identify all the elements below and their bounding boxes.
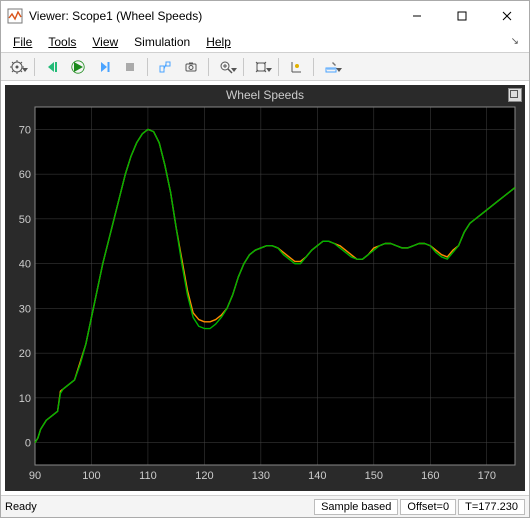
separator [208, 58, 209, 76]
separator [278, 58, 279, 76]
menu-file[interactable]: File [5, 33, 40, 51]
svg-text:10: 10 [19, 393, 31, 405]
svg-text:20: 20 [19, 348, 31, 360]
stop-button[interactable] [118, 56, 142, 78]
plot-axes[interactable]: 90 100 110 120 130 140 150 160 170 0 10 20 30 40 50 60 7… [5, 103, 525, 491]
separator [313, 58, 314, 76]
svg-text:140: 140 [308, 470, 326, 482]
zoom-button[interactable] [214, 56, 238, 78]
svg-text:60: 60 [19, 169, 31, 181]
autoscale-button[interactable] [249, 56, 273, 78]
separator [147, 58, 148, 76]
svg-text:40: 40 [19, 259, 31, 271]
status-ready: Ready [5, 501, 312, 513]
measure-button[interactable] [319, 56, 343, 78]
quick-access-chevron-icon[interactable]: ↘ [511, 36, 525, 47]
menu-help[interactable]: Help [198, 33, 239, 51]
statusbar: Ready Sample based Offset=0 T=177.230 [1, 495, 529, 517]
separator [243, 58, 244, 76]
menu-simulation[interactable]: Simulation [126, 33, 198, 51]
svg-text:70: 70 [19, 124, 31, 136]
chevron-down-icon [266, 59, 272, 77]
close-button[interactable] [484, 1, 529, 31]
svg-text:170: 170 [478, 470, 496, 482]
cursor-button[interactable] [284, 56, 308, 78]
status-sample: Sample based [314, 499, 398, 515]
status-time: T=177.230 [458, 499, 525, 515]
chevron-down-icon [231, 59, 237, 77]
titlebar: Viewer: Scope1 (Wheel Speeds) [1, 1, 529, 31]
chevron-down-icon [22, 59, 28, 77]
toolbar [1, 53, 529, 81]
chevron-down-icon [336, 59, 342, 77]
menu-view[interactable]: View [84, 33, 126, 51]
plot-restore-button[interactable] [508, 88, 522, 102]
svg-text:0: 0 [25, 438, 31, 450]
separator [34, 58, 35, 76]
snapshot-button[interactable] [179, 56, 203, 78]
maximize-button[interactable] [439, 1, 484, 31]
step-back-button[interactable] [40, 56, 64, 78]
app-icon [7, 8, 23, 24]
status-offset: Offset=0 [400, 499, 456, 515]
window-title: Viewer: Scope1 (Wheel Speeds) [29, 9, 202, 23]
menu-tools[interactable]: Tools [40, 33, 84, 51]
svg-text:100: 100 [82, 470, 100, 482]
svg-text:50: 50 [19, 214, 31, 226]
highlight-button[interactable] [153, 56, 177, 78]
run-button[interactable] [66, 56, 90, 78]
svg-text:110: 110 [139, 470, 157, 482]
plot-title: Wheel Speeds [5, 85, 525, 103]
svg-text:120: 120 [195, 470, 213, 482]
minimize-button[interactable] [394, 1, 439, 31]
svg-text:90: 90 [29, 470, 41, 482]
plot-container: Wheel Speeds 90 100 110 120 130 140 150 160 170 0… [1, 81, 529, 495]
menubar: File Tools View Simulation Help ↘ [1, 31, 529, 53]
svg-text:160: 160 [421, 470, 439, 482]
svg-text:150: 150 [365, 470, 383, 482]
svg-text:30: 30 [19, 303, 31, 315]
step-forward-button[interactable] [92, 56, 116, 78]
configure-button[interactable] [5, 56, 29, 78]
svg-text:130: 130 [252, 470, 270, 482]
